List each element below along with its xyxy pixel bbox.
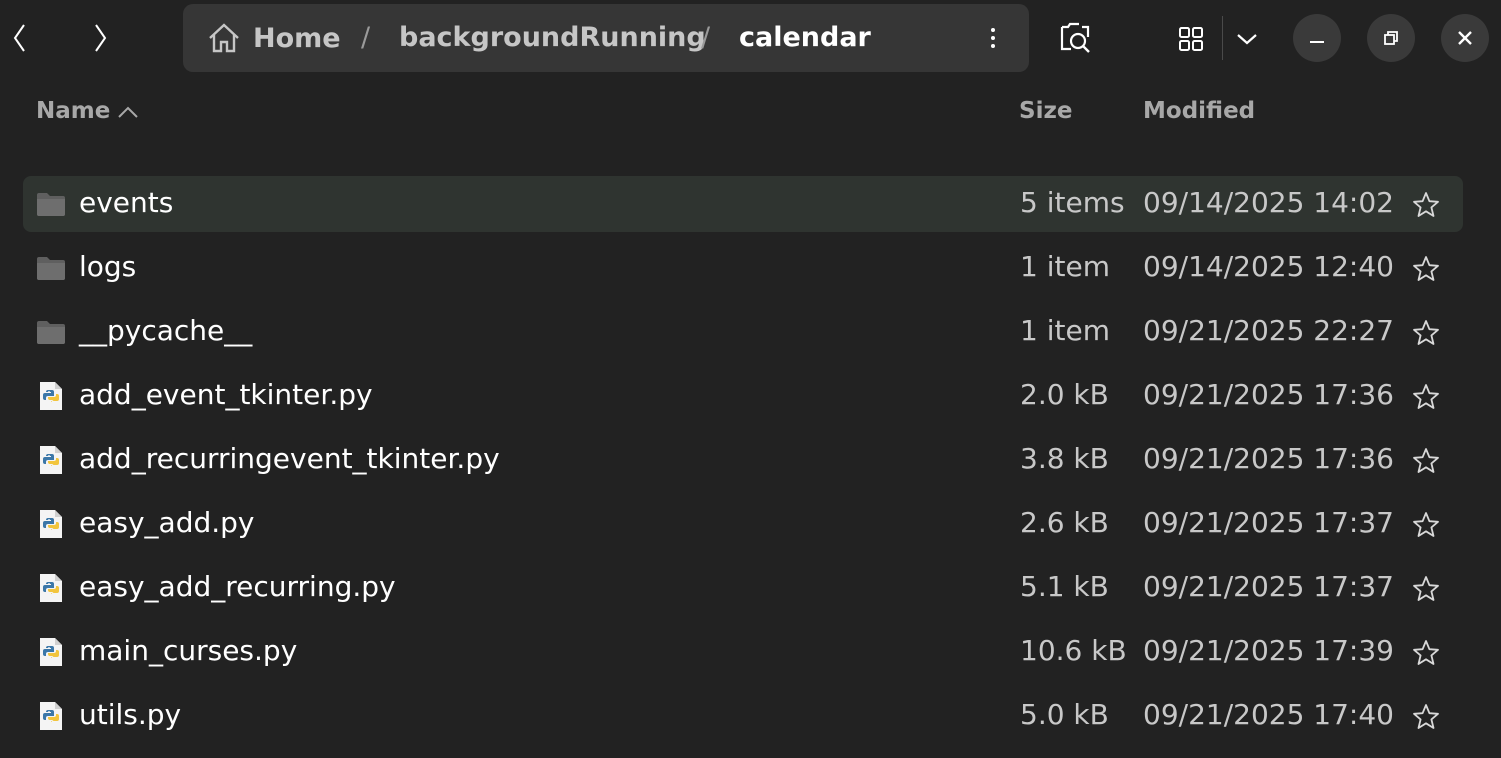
file-size: 1 item xyxy=(1020,314,1110,347)
file-name: add_recurringevent_tkinter.py xyxy=(79,442,500,475)
star-icon[interactable] xyxy=(1411,318,1441,348)
file-row[interactable]: add_recurringevent_tkinter.py 3.8 kB 09/21… xyxy=(23,432,1463,496)
minimize-button[interactable] xyxy=(1293,14,1341,62)
grid-view-icon xyxy=(1179,27,1203,51)
chevron-right-icon xyxy=(95,24,107,52)
search-icon xyxy=(1060,22,1090,53)
file-row[interactable]: utils.py 5.0 kB 09/21/2025 17:40 xyxy=(23,688,1463,752)
file-row[interactable]: __pycache__ 1 item 09/21/2025 22:27 xyxy=(23,304,1463,368)
file-name: easy_add.py xyxy=(79,506,255,539)
file-row[interactable]: easy_add_recurring.py 5.1 kB 09/21/2025 17… xyxy=(23,560,1463,624)
close-icon xyxy=(1458,31,1472,45)
file-modified: 09/21/2025 22:27 xyxy=(1143,314,1394,347)
restore-icon xyxy=(1384,31,1398,45)
breadcrumb-calendar[interactable]: calendar xyxy=(739,22,871,53)
file-modified: 09/21/2025 17:37 xyxy=(1143,570,1394,603)
file-row[interactable]: add_event_tkinter.py 2.0 kB 09/21/2025 17:… xyxy=(23,368,1463,432)
close-button[interactable] xyxy=(1441,14,1489,62)
file-name: add_event_tkinter.py xyxy=(79,378,373,411)
column-header-modified[interactable]: Modified xyxy=(1143,98,1255,124)
file-name: __pycache__ xyxy=(79,314,253,347)
file-name: main_curses.py xyxy=(79,634,298,667)
file-modified: 09/21/2025 17:39 xyxy=(1143,634,1394,667)
breadcrumb-separator: / xyxy=(361,22,371,53)
file-modified: 09/21/2025 17:37 xyxy=(1143,506,1394,539)
path-bar: Home / backgroundRunning / calendar xyxy=(183,4,1029,72)
search-button[interactable] xyxy=(1052,16,1098,62)
star-icon[interactable] xyxy=(1411,382,1441,412)
python-file-icon xyxy=(35,444,67,476)
python-file-icon xyxy=(35,508,67,540)
file-size: 5.1 kB xyxy=(1020,570,1109,603)
maximize-button[interactable] xyxy=(1367,14,1415,62)
file-row[interactable]: main_curses.py 10.6 kB 09/21/2025 17:39 xyxy=(23,624,1463,688)
file-size: 5.0 kB xyxy=(1020,698,1109,731)
forward-button[interactable] xyxy=(80,14,120,62)
breadcrumb-home-label: Home xyxy=(253,22,341,54)
file-size: 10.6 kB xyxy=(1020,634,1127,667)
chevron-left-icon xyxy=(13,24,25,52)
home-icon xyxy=(209,23,239,53)
folder-icon xyxy=(35,316,67,348)
file-name: easy_add_recurring.py xyxy=(79,570,396,603)
star-icon[interactable] xyxy=(1411,574,1441,604)
header-bar: Home / backgroundRunning / calendar xyxy=(0,0,1501,80)
breadcrumb-home[interactable]: Home xyxy=(207,22,341,54)
file-size: 2.6 kB xyxy=(1020,506,1109,539)
file-size: 5 items xyxy=(1020,186,1125,219)
back-button[interactable] xyxy=(0,14,40,62)
column-header-name[interactable]: Name xyxy=(36,98,110,124)
python-file-icon xyxy=(35,700,67,732)
breadcrumb-separator: / xyxy=(701,22,711,53)
file-row[interactable]: logs 1 item 09/14/2025 12:40 xyxy=(23,240,1463,304)
file-size: 2.0 kB xyxy=(1020,378,1109,411)
path-menu-button[interactable] xyxy=(983,20,1003,56)
breadcrumb-backgroundrunning[interactable]: backgroundRunning xyxy=(399,22,706,53)
python-file-icon xyxy=(35,572,67,604)
file-row[interactable]: easy_add.py 2.6 kB 09/21/2025 17:37 xyxy=(23,496,1463,560)
toolbar-divider xyxy=(1222,16,1223,60)
file-modified: 09/14/2025 12:40 xyxy=(1143,250,1394,283)
minimize-icon xyxy=(1310,41,1324,43)
folder-icon xyxy=(35,188,67,220)
star-icon[interactable] xyxy=(1411,702,1441,732)
file-modified: 09/14/2025 14:02 xyxy=(1143,186,1394,219)
star-icon[interactable] xyxy=(1411,190,1441,220)
column-header-size[interactable]: Size xyxy=(1019,98,1072,124)
file-modified: 09/21/2025 17:40 xyxy=(1143,698,1394,731)
sort-ascending-icon[interactable] xyxy=(117,104,139,120)
file-size: 3.8 kB xyxy=(1020,442,1109,475)
file-list: events 5 items 09/14/2025 14:02 logs 1 item 0… xyxy=(23,176,1463,752)
star-icon[interactable] xyxy=(1411,638,1441,668)
view-toggle-button[interactable] xyxy=(1170,18,1212,60)
file-modified: 09/21/2025 17:36 xyxy=(1143,378,1394,411)
file-name: logs xyxy=(79,250,137,283)
star-icon[interactable] xyxy=(1411,446,1441,476)
view-options-dropdown[interactable] xyxy=(1228,18,1266,60)
python-file-icon xyxy=(35,636,67,668)
star-icon[interactable] xyxy=(1411,254,1441,284)
vertical-dots-icon xyxy=(991,28,995,32)
file-name: events xyxy=(79,186,174,219)
file-modified: 09/21/2025 17:36 xyxy=(1143,442,1394,475)
chevron-down-icon xyxy=(1237,34,1257,45)
file-row[interactable]: events 5 items 09/14/2025 14:02 xyxy=(23,176,1463,232)
star-icon[interactable] xyxy=(1411,510,1441,540)
file-size: 1 item xyxy=(1020,250,1110,283)
python-file-icon xyxy=(35,380,67,412)
folder-icon xyxy=(35,252,67,284)
file-name: utils.py xyxy=(79,698,182,731)
